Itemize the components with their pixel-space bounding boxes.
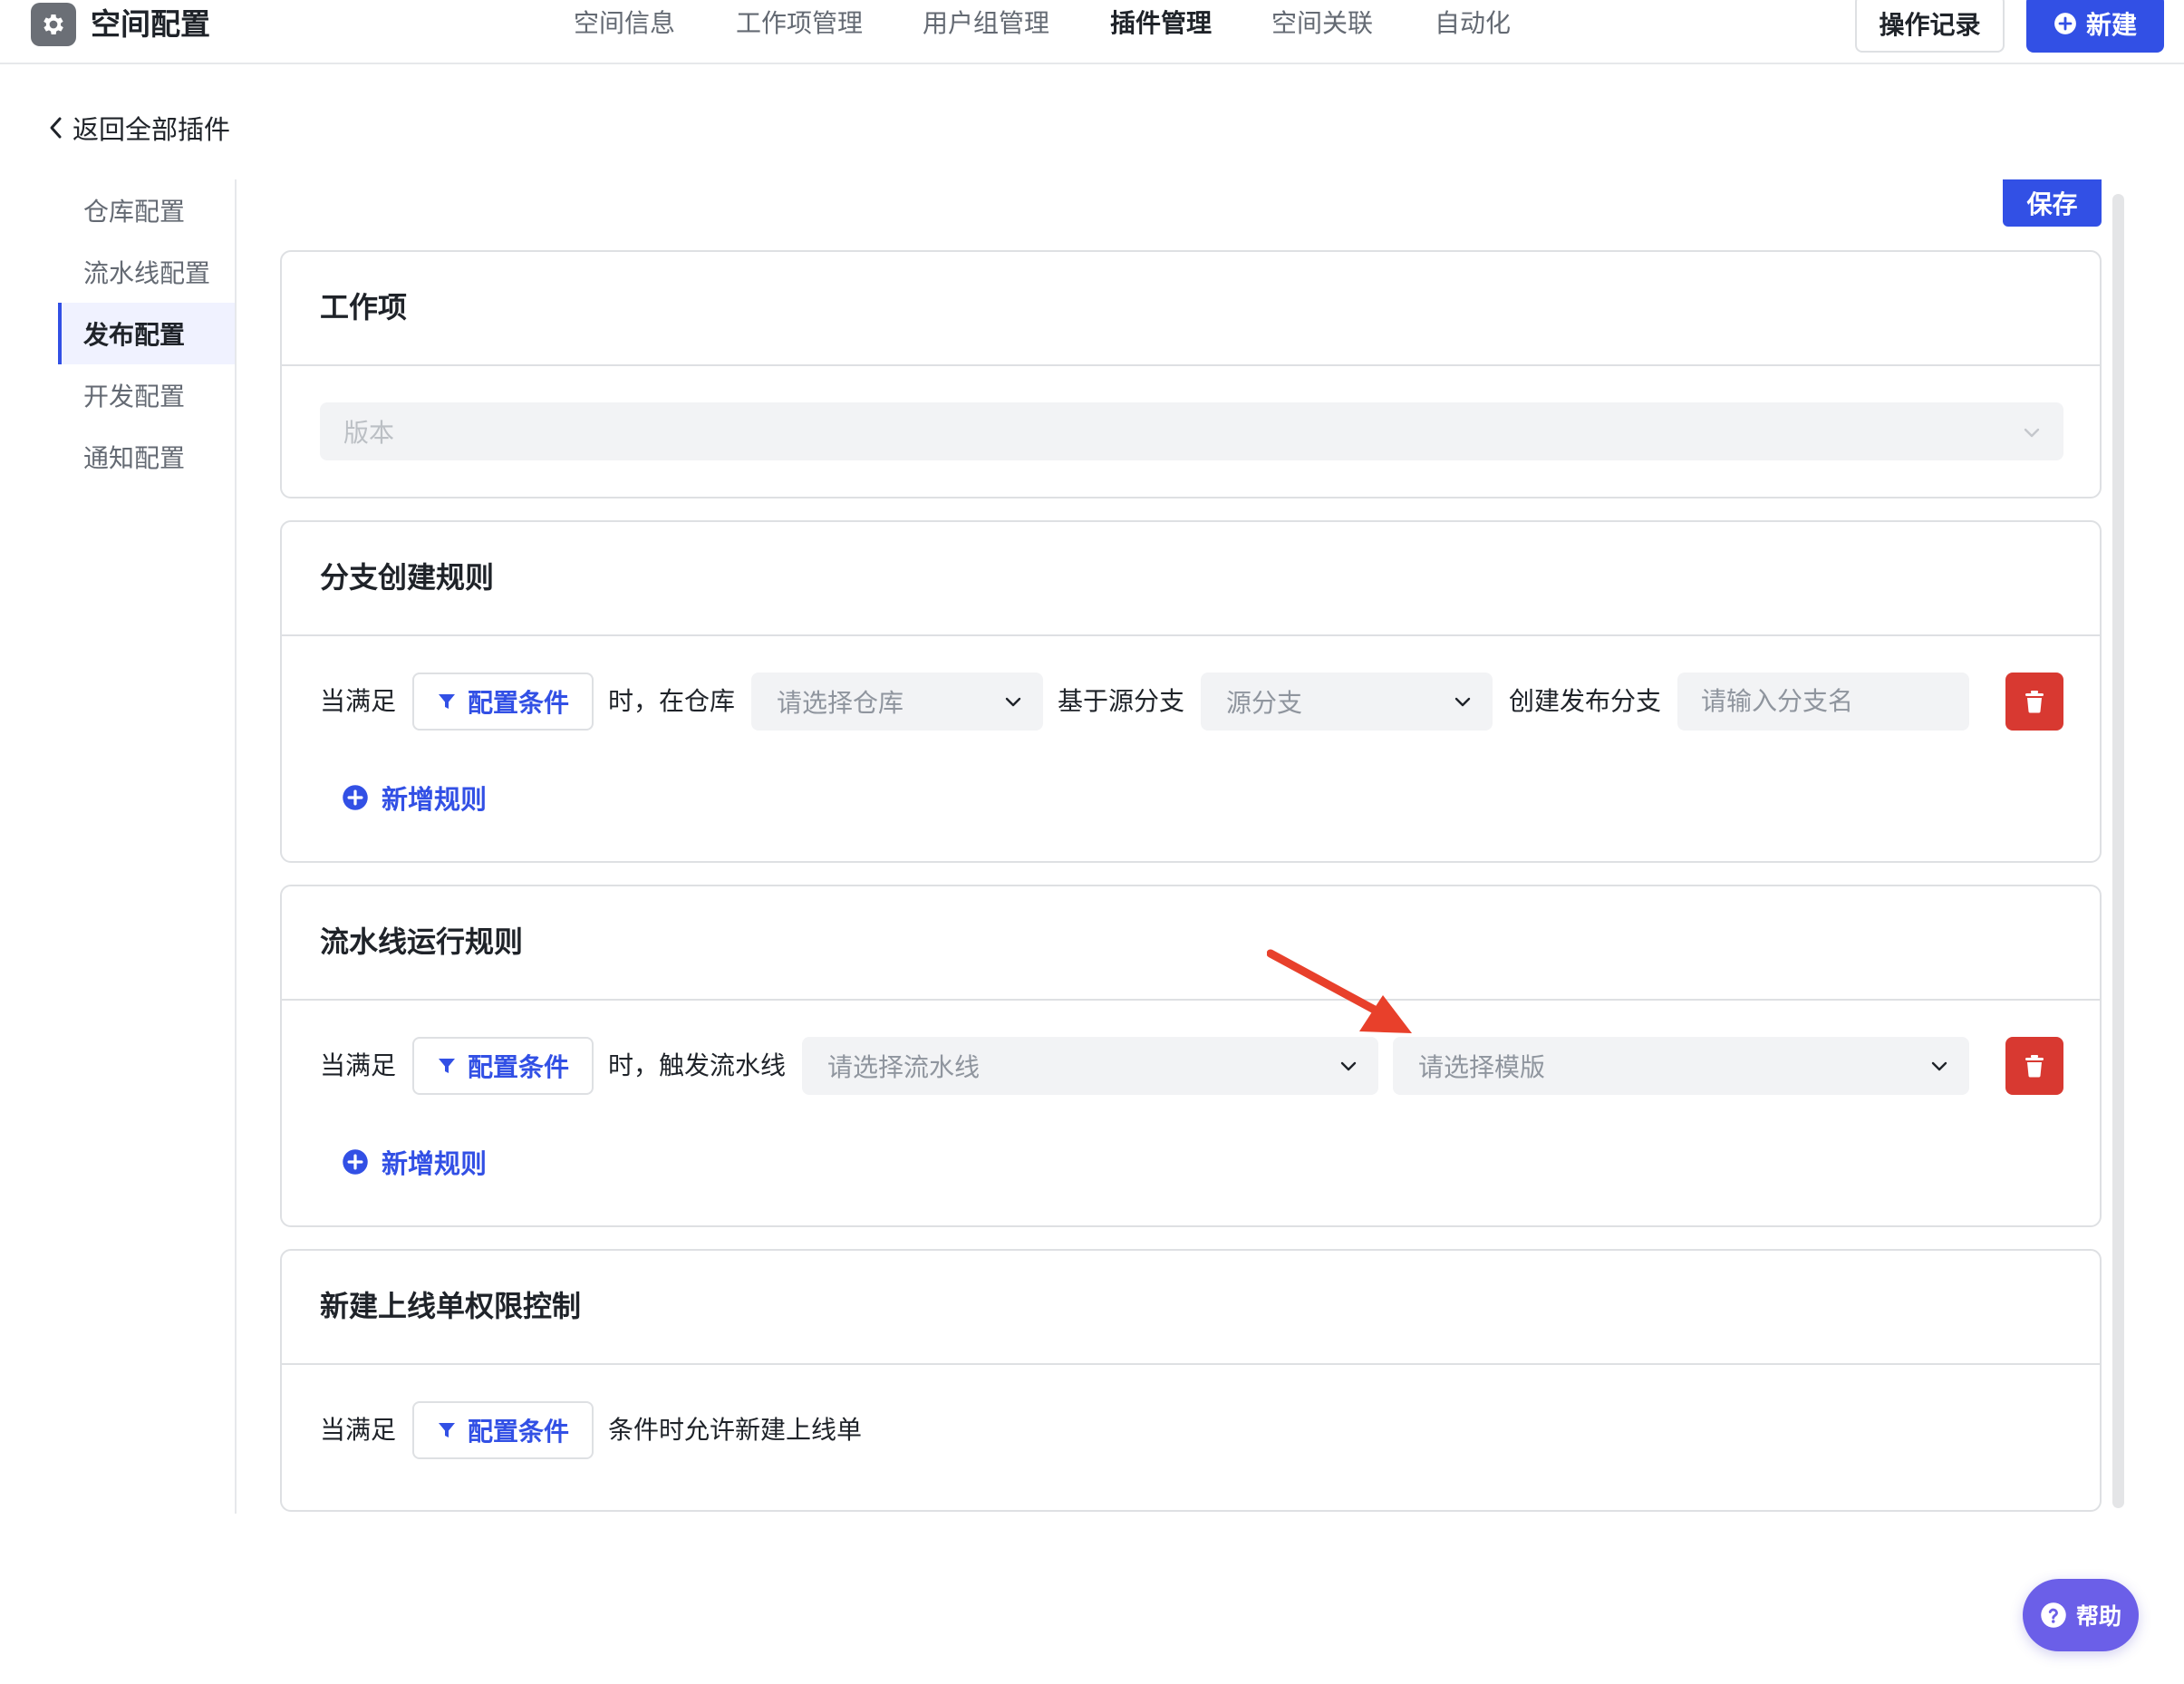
filter-icon: [438, 1059, 455, 1073]
delete-rule-button[interactable]: [2005, 1037, 2063, 1095]
help-label: 帮助: [2075, 1604, 2121, 1630]
trigger-pipeline-label: 时，触发流水线: [608, 1051, 787, 1079]
tab-plugin-management[interactable]: 插件管理: [1110, 5, 1212, 42]
when-label: 当满足: [320, 1051, 397, 1079]
chevron-down-icon: [1340, 1061, 1357, 1071]
new-button-label: 新建: [2085, 11, 2137, 39]
chevron-down-icon: [2024, 428, 2040, 438]
when-label: 当满足: [320, 1416, 397, 1444]
plus-circle-icon: [2054, 13, 2076, 34]
card-title: 新建上线单权限控制: [320, 1290, 582, 1322]
tab-space-info[interactable]: 空间信息: [574, 5, 675, 42]
repo-select[interactable]: 请选择仓库: [751, 673, 1043, 731]
app-title: 空间配置: [91, 7, 210, 41]
help-button[interactable]: 帮助: [2023, 1579, 2139, 1651]
pipeline-select[interactable]: 请选择流水线: [802, 1037, 1378, 1095]
side-item-release-config[interactable]: 发布配置: [58, 303, 236, 364]
chevron-left-icon: [50, 117, 62, 139]
chevron-down-icon: [1454, 697, 1471, 707]
add-rule-label: 新增规则: [382, 1150, 488, 1179]
when-label: 当满足: [320, 687, 397, 715]
version-select: 版本: [320, 402, 2063, 460]
repo-select-placeholder: 请选择仓库: [777, 689, 904, 717]
annotation-arrow-icon: [1267, 949, 1412, 1033]
work-item-card: 工作项 版本: [280, 250, 2102, 498]
configure-conditions-label: 配置条件: [467, 689, 569, 717]
pipeline-select-placeholder: 请选择流水线: [827, 1053, 981, 1081]
template-select-placeholder: 请选择模版: [1418, 1053, 1546, 1081]
card-title: 流水线运行规则: [320, 925, 524, 958]
filter-icon: [438, 694, 455, 709]
add-rule-label: 新增规则: [382, 786, 488, 815]
tab-automation[interactable]: 自动化: [1435, 5, 1511, 42]
filter-icon: [438, 1423, 455, 1437]
save-button[interactable]: 保存: [2003, 179, 2102, 227]
chevron-down-icon: [1931, 1061, 1947, 1071]
tab-user-group-management[interactable]: 用户组管理: [923, 5, 1049, 42]
question-circle-icon: [2041, 1602, 2066, 1628]
add-rule-button[interactable]: 新增规则: [342, 1140, 487, 1184]
gear-icon: [31, 3, 76, 46]
configure-conditions-button[interactable]: 配置条件: [412, 1401, 594, 1459]
side-item-dev-config[interactable]: 开发配置: [58, 364, 236, 426]
branch-creation-rules-card: 分支创建规则 当满足 配置条件 时，在仓库 请选择仓库 基于源分支 源分支 创建…: [280, 520, 2102, 863]
branch-name-input[interactable]: [1677, 673, 1969, 731]
tab-work-item-management[interactable]: 工作项管理: [736, 5, 863, 42]
tab-space-association[interactable]: 空间关联: [1271, 5, 1373, 42]
configure-conditions-label: 配置条件: [467, 1053, 569, 1081]
create-release-branch-label: 创建发布分支: [1509, 687, 1662, 715]
plus-circle-icon: [343, 785, 368, 810]
allow-new-release-label: 条件时允许新建上线单: [608, 1416, 863, 1444]
card-header: 工作项: [282, 252, 2100, 366]
new-button[interactable]: 新建: [2026, 0, 2164, 53]
based-on-source-branch-label: 基于源分支: [1058, 687, 1185, 715]
template-select[interactable]: 请选择模版: [1393, 1037, 1969, 1095]
chevron-down-icon: [1005, 697, 1021, 707]
configure-conditions-label: 配置条件: [467, 1418, 569, 1446]
card-header: 新建上线单权限控制: [282, 1251, 2100, 1365]
trash-icon: [2025, 1055, 2044, 1078]
back-link-label: 返回全部插件: [72, 116, 231, 145]
delete-rule-button[interactable]: [2005, 673, 2063, 731]
card-header: 分支创建规则: [282, 522, 2100, 636]
operation-history-button[interactable]: 操作记录: [1855, 0, 2005, 53]
back-to-all-plugins-link[interactable]: 返回全部插件: [47, 107, 230, 149]
side-divider: [235, 179, 237, 1514]
scrollbar[interactable]: [2112, 194, 2124, 1508]
side-item-repo-config[interactable]: 仓库配置: [58, 179, 236, 241]
pipeline-run-rules-card: 流水线运行规则 当满足 配置条件 时，触发流水线 请选择流水线 请选择模版 新增…: [280, 885, 2102, 1227]
plus-circle-icon: [343, 1149, 368, 1175]
configure-conditions-button[interactable]: 配置条件: [412, 1037, 594, 1095]
source-branch-placeholder: 源分支: [1226, 689, 1303, 717]
card-header: 流水线运行规则: [282, 886, 2100, 1001]
card-title: 分支创建规则: [320, 561, 495, 594]
in-repo-label: 时，在仓库: [608, 687, 736, 715]
configure-conditions-button[interactable]: 配置条件: [412, 673, 594, 731]
side-item-notification-config[interactable]: 通知配置: [58, 426, 236, 488]
source-branch-select[interactable]: 源分支: [1201, 673, 1493, 731]
card-title: 工作项: [320, 291, 408, 324]
version-select-placeholder: 版本: [343, 419, 395, 447]
trash-icon: [2025, 691, 2044, 713]
top-header: 空间配置 空间信息 工作项管理 用户组管理 插件管理 空间关联 自动化 操作记录…: [0, 0, 2184, 64]
release-permission-card: 新建上线单权限控制 当满足 配置条件 条件时允许新建上线单: [280, 1249, 2102, 1512]
add-rule-button[interactable]: 新增规则: [342, 776, 487, 819]
side-item-pipeline-config[interactable]: 流水线配置: [58, 241, 236, 303]
